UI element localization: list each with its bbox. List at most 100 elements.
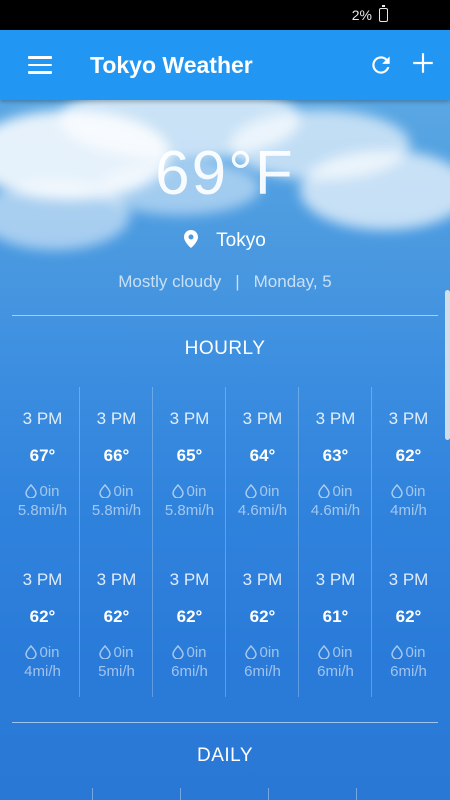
hourly-cell: 3 PM 62° 0in 6mi/h xyxy=(226,570,299,681)
hourly-cell: 3 PM 62° 0in 6mi/h xyxy=(153,570,226,681)
location-row: Tokyo xyxy=(0,230,450,252)
hourly-column: 3 PM 64° 0in 4.6mi/h 3 PM 62° 0in 6mi/h xyxy=(225,387,298,697)
water-drop-icon xyxy=(99,483,112,499)
scroll-indicator[interactable] xyxy=(445,290,450,440)
location-pin-icon xyxy=(184,230,199,248)
hour-precip: 0in xyxy=(372,483,445,502)
hour-temp: 67° xyxy=(29,446,56,465)
hour-wind: 6mi/h xyxy=(317,663,354,680)
hour-temp: 62° xyxy=(176,607,203,626)
hour-time: 3 PM xyxy=(22,409,63,428)
water-drop-icon xyxy=(25,483,38,499)
divider xyxy=(12,722,438,723)
daily-column-dividers xyxy=(12,788,438,800)
current-temperature: 69°F xyxy=(155,139,295,208)
hour-precip: 0in xyxy=(299,483,372,502)
hour-temp: 65° xyxy=(176,446,203,465)
hour-temp: 64° xyxy=(249,446,276,465)
condition-text: Mostly cloudy xyxy=(118,272,222,291)
water-drop-icon xyxy=(172,644,185,660)
water-drop-icon xyxy=(99,644,112,660)
hour-temp: 62° xyxy=(103,607,130,626)
status-bar: 2% xyxy=(0,0,450,30)
hour-time: 3 PM xyxy=(242,409,283,428)
hour-temp: 61° xyxy=(322,607,349,626)
hour-time: 3 PM xyxy=(242,570,283,589)
location-name: Tokyo xyxy=(216,230,266,251)
hour-wind: 4.6mi/h xyxy=(310,502,361,519)
hour-temp: 62° xyxy=(395,607,422,626)
hourly-title: HOURLY xyxy=(184,338,266,359)
divider xyxy=(12,315,438,316)
water-drop-icon xyxy=(245,483,258,499)
hourly-column: 3 PM 67° 0in 5.8mi/h 3 PM 62° 0in 4mi/h xyxy=(6,387,79,697)
hourly-cell: 3 PM 63° 0in 4.6mi/h xyxy=(299,409,372,520)
hour-wind: 6mi/h xyxy=(390,663,427,680)
hourly-cell: 3 PM 65° 0in 5.8mi/h xyxy=(153,409,226,520)
daily-title: DAILY xyxy=(196,745,253,766)
hour-wind: 4.6mi/h xyxy=(237,502,288,519)
hour-precip: 0in xyxy=(6,483,79,502)
hour-time: 3 PM xyxy=(388,409,429,428)
hourly-cell: 3 PM 62° 0in 5mi/h xyxy=(80,570,153,681)
hour-time: 3 PM xyxy=(315,409,356,428)
refresh-icon[interactable] xyxy=(368,52,394,78)
hour-temp: 62° xyxy=(29,607,56,626)
hourly-cell: 3 PM 64° 0in 4.6mi/h xyxy=(226,409,299,520)
hour-precip: 0in xyxy=(299,644,372,663)
hour-wind: 4mi/h xyxy=(24,663,61,680)
separator: | xyxy=(235,272,240,291)
hour-temp: 62° xyxy=(395,446,422,465)
hourly-column: 3 PM 65° 0in 5.8mi/h 3 PM 62° 0in 6mi/h xyxy=(152,387,225,697)
weather-content[interactable]: 69°F Tokyo Mostly cloudy | Monday, 5 HOURL… xyxy=(0,100,450,800)
hour-precip: 0in xyxy=(153,483,226,502)
hour-temp: 62° xyxy=(249,607,276,626)
hour-precip: 0in xyxy=(372,644,445,663)
hour-wind: 5.8mi/h xyxy=(164,502,215,519)
hourly-column: 3 PM 66° 0in 5.8mi/h 3 PM 62° 0in 5mi/h xyxy=(79,387,152,697)
water-drop-icon xyxy=(391,483,404,499)
hour-wind: 5.8mi/h xyxy=(17,502,68,519)
hourly-column: 3 PM 63° 0in 4.6mi/h 3 PM 61° 0in 6mi/h xyxy=(298,387,371,697)
water-drop-icon xyxy=(172,483,185,499)
hour-wind: 6mi/h xyxy=(171,663,208,680)
hour-temp: 63° xyxy=(322,446,349,465)
hourly-column: 3 PM 62° 0in 4mi/h 3 PM 62° 0in 6mi/h xyxy=(371,387,444,697)
hour-wind: 6mi/h xyxy=(244,663,281,680)
hourly-cell: 3 PM 62° 0in 4mi/h xyxy=(6,570,79,681)
hourly-grid: 3 PM 67° 0in 5.8mi/h 3 PM 62° 0in 4mi/h … xyxy=(6,387,444,697)
app-bar: Tokyo Weather xyxy=(0,30,450,100)
water-drop-icon xyxy=(25,644,38,660)
hour-temp: 66° xyxy=(103,446,130,465)
water-drop-icon xyxy=(391,644,404,660)
conditions-row: Mostly cloudy | Monday, 5 xyxy=(0,272,450,292)
hour-time: 3 PM xyxy=(315,570,356,589)
hourly-cell: 3 PM 61° 0in 6mi/h xyxy=(299,570,372,681)
date-text: Monday, 5 xyxy=(253,272,332,291)
battery-icon xyxy=(379,5,388,22)
hour-precip: 0in xyxy=(226,483,299,502)
hour-time: 3 PM xyxy=(96,409,137,428)
battery-percentage: 2% xyxy=(351,7,372,23)
hour-time: 3 PM xyxy=(388,570,429,589)
hour-wind: 4mi/h xyxy=(390,502,427,519)
hourly-cell: 3 PM 62° 0in 6mi/h xyxy=(372,570,445,681)
hourly-cell: 3 PM 67° 0in 5.8mi/h xyxy=(6,409,79,520)
water-drop-icon xyxy=(318,644,331,660)
hour-precip: 0in xyxy=(80,483,153,502)
hourly-cell: 3 PM 62° 0in 4mi/h xyxy=(372,409,445,520)
add-icon[interactable] xyxy=(410,50,436,76)
hour-precip: 0in xyxy=(226,644,299,663)
hour-time: 3 PM xyxy=(22,570,63,589)
app-title: Tokyo Weather xyxy=(90,52,253,78)
water-drop-icon xyxy=(245,644,258,660)
water-drop-icon xyxy=(318,483,331,499)
hour-time: 3 PM xyxy=(96,570,137,589)
hour-wind: 5mi/h xyxy=(98,663,135,680)
hour-wind: 5.8mi/h xyxy=(91,502,142,519)
hour-time: 3 PM xyxy=(169,409,210,428)
hour-time: 3 PM xyxy=(169,570,210,589)
hour-precip: 0in xyxy=(80,644,153,663)
menu-icon[interactable] xyxy=(28,56,52,74)
hour-precip: 0in xyxy=(153,644,226,663)
